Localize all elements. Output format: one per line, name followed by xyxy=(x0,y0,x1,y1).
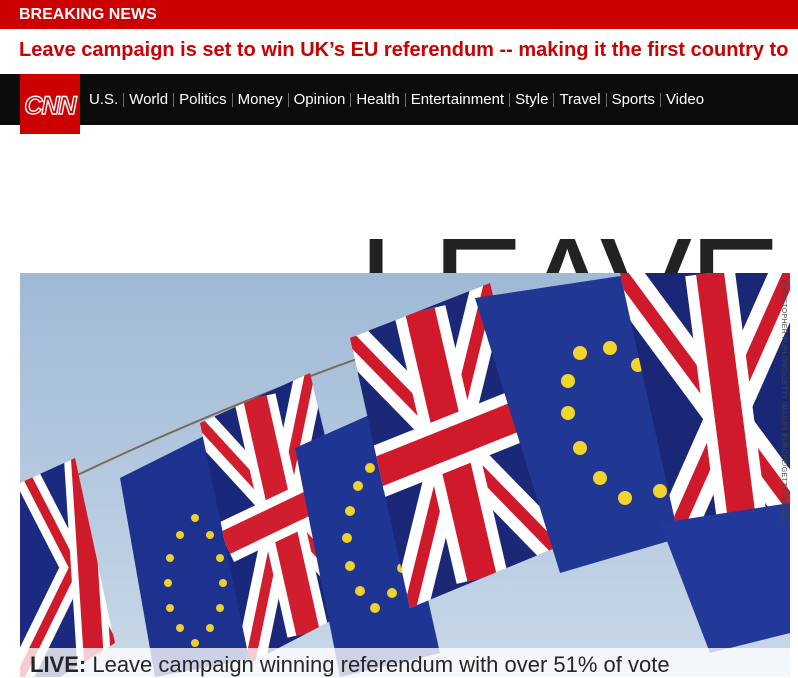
live-caption: LIVE: Leave campaign winning referendum … xyxy=(30,652,670,678)
nav-divider xyxy=(287,92,289,107)
nav-item-money[interactable]: Money xyxy=(238,91,283,108)
nav-item-health[interactable]: Health xyxy=(356,91,399,108)
breaking-news-label: BREAKING NEWS xyxy=(19,6,157,23)
nav-item-us[interactable]: U.S. xyxy=(89,91,118,108)
nav-item-video[interactable]: Video xyxy=(666,91,704,108)
nav-item-opinion[interactable]: Opinion xyxy=(294,91,346,108)
live-label: LIVE: xyxy=(30,652,87,677)
photo-credit: CHRISTOPHER FURLONG/GETTY IMAGES EUROPE/… xyxy=(776,280,790,523)
live-headline: Leave campaign winning referendum with o… xyxy=(86,652,670,677)
hero-image[interactable] xyxy=(20,273,790,677)
nav-divider xyxy=(605,92,607,107)
cnn-logo[interactable]: CNN xyxy=(20,74,80,134)
svg-text:CNN: CNN xyxy=(24,92,77,120)
breaking-headline-link[interactable]: Leave campaign is set to win UK’s EU ref… xyxy=(19,39,788,62)
nav-item-sports[interactable]: Sports xyxy=(612,91,655,108)
flag-bunting-image xyxy=(20,273,790,677)
nav-divider xyxy=(509,92,511,107)
nav-item-style[interactable]: Style xyxy=(515,91,548,108)
section-nav: U.S. World Politics Money Opinion Health… xyxy=(89,74,704,125)
breaking-news-bar: BREAKING NEWS xyxy=(0,0,798,29)
live-story-link[interactable]: LIVE: Leave campaign winning referendum … xyxy=(20,648,790,677)
nav-item-politics[interactable]: Politics xyxy=(179,91,227,108)
breaking-headline-bar: Leave campaign is set to win UK’s EU ref… xyxy=(0,29,798,74)
nav-divider xyxy=(123,92,125,107)
nav-item-world[interactable]: World xyxy=(129,91,168,108)
cnn-logo-icon: CNN xyxy=(24,91,80,120)
nav-divider xyxy=(553,92,555,107)
nav-divider xyxy=(659,92,661,107)
nav-item-entertainment[interactable]: Entertainment xyxy=(411,91,504,108)
nav-divider xyxy=(404,92,406,107)
nav-divider xyxy=(173,92,175,107)
nav-item-travel[interactable]: Travel xyxy=(559,91,600,108)
photo-credit-text: CHRISTOPHER FURLONG/GETTY IMAGES EUROPE/… xyxy=(780,280,787,523)
nav-divider xyxy=(350,92,352,107)
nav-divider xyxy=(231,92,233,107)
